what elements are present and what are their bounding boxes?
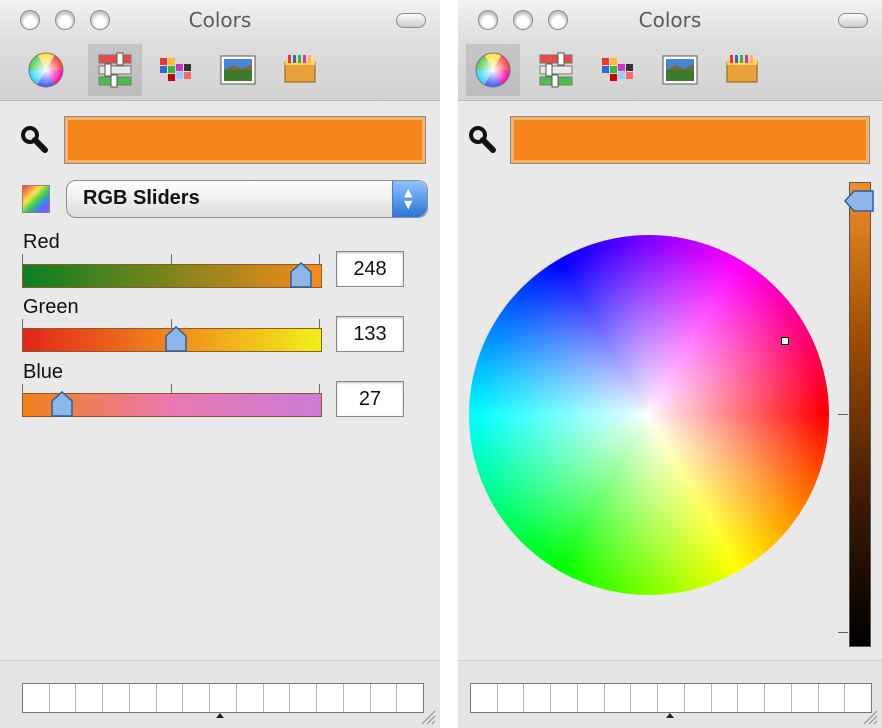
swatch-slot[interactable] [290,684,318,712]
image-palettes-icon [662,55,698,85]
red-slider-thumb[interactable] [290,262,312,288]
custom-swatches[interactable] [22,683,424,713]
sliders-tab[interactable] [88,44,142,96]
swatch-slot[interactable] [577,684,605,712]
window-title: Colors [188,8,252,32]
swatch-slot[interactable] [471,684,498,712]
crayons-tab[interactable] [716,44,768,96]
green-label: Green [23,296,79,318]
swatch-slot[interactable] [551,684,578,712]
color-wheel[interactable] [469,235,829,595]
mode-popup[interactable]: RGB Sliders ▲ ▼ [66,180,428,218]
crayons-icon [284,55,316,83]
red-label: Red [23,231,60,253]
toolbar-toggle-button[interactable] [396,13,426,28]
window-title: Colors [638,8,702,32]
swatch-slot[interactable] [156,684,184,712]
magnifier-icon[interactable] [468,125,496,153]
color-wheel-tab[interactable] [20,44,72,96]
swatch-slot[interactable] [129,684,157,712]
toolbar-toggle-button[interactable] [838,13,868,28]
swatch-slot[interactable] [370,684,398,712]
swatch-slot[interactable] [23,684,50,712]
palettes-icon [160,58,191,81]
swatch-slot[interactable] [738,684,766,712]
swatch-slot[interactable] [343,684,371,712]
sliders-tab[interactable] [530,44,582,96]
swatch-slot[interactable] [604,684,632,712]
red-value-field[interactable]: 248 [336,251,404,287]
title-bar[interactable]: Colors [458,0,882,40]
crayons-icon [726,55,758,83]
sliders-icon [98,52,132,88]
chevron-down-icon: ▼ [404,198,413,211]
green-slider-thumb[interactable] [165,326,187,352]
color-wheel-tab[interactable] [466,44,520,96]
crayons-tab[interactable] [274,44,326,96]
palettes-tab[interactable] [592,44,644,96]
swatch-slot[interactable] [210,684,237,712]
swatch-slot[interactable] [497,684,525,712]
current-color-well[interactable] [510,116,870,164]
swatch-slot[interactable] [263,684,291,712]
resize-grip-icon[interactable] [860,707,878,725]
blue-label: Blue [23,361,64,383]
current-color-well[interactable] [64,116,426,164]
mode-popup-label: RGB Sliders [83,187,200,209]
drawer-handle-icon[interactable] [216,713,224,718]
swatch-slot[interactable] [524,684,552,712]
image-palettes-tab[interactable] [212,44,264,96]
magnifier-icon[interactable] [20,125,48,153]
swatch-slot[interactable] [791,684,819,712]
swatch-slot[interactable] [711,684,739,712]
blue-slider-thumb[interactable] [51,391,73,417]
color-space-icon[interactable] [22,185,50,213]
swatch-slot[interactable] [317,684,344,712]
swatch-drawer [0,660,440,728]
image-palettes-tab[interactable] [654,44,706,96]
custom-swatches[interactable] [470,683,872,713]
swatch-slot[interactable] [631,684,659,712]
swatch-slot[interactable] [103,684,130,712]
wheel-selection-marker[interactable] [781,337,789,345]
palettes-icon [602,58,633,81]
resize-grip-icon[interactable] [418,707,436,725]
title-bar[interactable]: Colors [0,0,440,40]
swatch-slot[interactable] [684,684,712,712]
swatch-slot[interactable] [658,684,685,712]
color-wheel-icon [28,52,64,88]
swatch-slot[interactable] [818,684,846,712]
sliders-icon [539,52,573,88]
swatch-slot[interactable] [183,684,211,712]
colors-panel-sliders: Colors RGB Sliders ▲ ▼ Red 248 Green 133… [0,0,440,728]
swatch-slot[interactable] [49,684,77,712]
image-palettes-icon [220,55,256,85]
color-wheel-icon [475,52,511,88]
mode-toolbar [458,40,882,101]
green-value-field[interactable]: 133 [336,316,404,352]
mode-toolbar [0,40,440,101]
popup-stepper[interactable]: ▲ ▼ [392,181,427,217]
brightness-slider[interactable] [849,182,871,647]
swatch-slot[interactable] [76,684,104,712]
brightness-slider-thumb[interactable] [844,190,874,212]
blue-value-field[interactable]: 27 [336,381,404,417]
drawer-handle-icon[interactable] [666,713,674,718]
swatch-slot[interactable] [236,684,264,712]
chevron-up-icon: ▲ [404,186,413,199]
swatch-slot[interactable] [765,684,792,712]
palettes-tab[interactable] [150,44,202,96]
red-slider-track[interactable] [22,264,322,288]
swatch-drawer [458,660,882,728]
